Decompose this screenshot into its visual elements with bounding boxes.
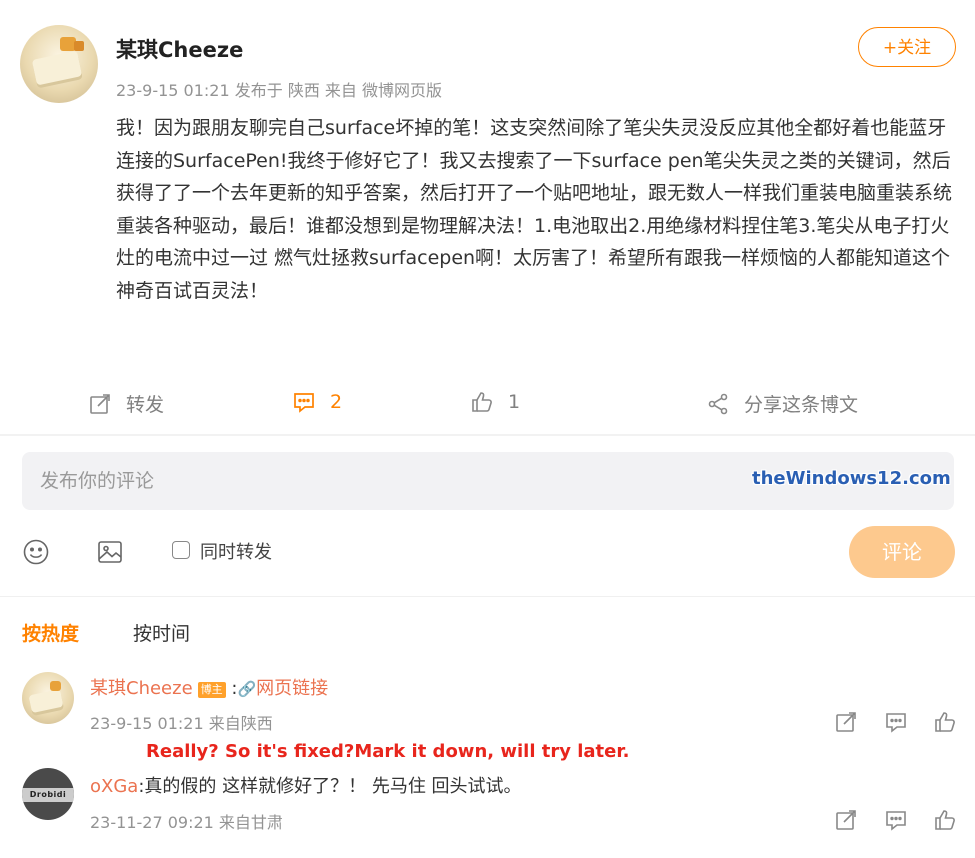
author-avatar[interactable] [20, 25, 98, 103]
commenter-name[interactable]: 某琪Cheeze [90, 678, 193, 699]
avatar-text: Drobidi [22, 788, 74, 802]
comment-text: :真的假的 这样就修好了？！ 先马住 回头试试。 [138, 776, 522, 797]
repost-icon[interactable] [834, 808, 858, 832]
commenter-avatar[interactable]: Drobidi [22, 768, 74, 820]
repost-label: 转发 [126, 394, 165, 416]
repost-button[interactable]: 转发 [88, 390, 164, 417]
follow-button[interactable]: +关注 [858, 27, 956, 67]
divider [0, 434, 975, 436]
tab-sort-by-hot[interactable]: 按热度 [22, 619, 79, 646]
share-label: 分享这条博文 [744, 394, 859, 416]
comment-icon[interactable] [884, 710, 908, 734]
watermark: theWindows12.com [752, 468, 951, 489]
share-icon [708, 393, 728, 414]
comment-meta: 23-9-15 01:21 来自陕西 [90, 714, 273, 733]
emoji-icon[interactable] [22, 538, 50, 566]
commenter-name[interactable]: oXGa [90, 776, 138, 797]
submit-comment-button[interactable]: 评论 [849, 526, 955, 578]
also-repost-checkbox[interactable] [172, 541, 190, 559]
comment-icon[interactable] [884, 808, 908, 832]
image-icon[interactable] [96, 538, 124, 566]
repost-icon[interactable] [834, 710, 858, 734]
comment-row: oXGa:真的假的 这样就修好了？！ 先马住 回头试试。 [90, 772, 522, 798]
link-icon: 🔗 [237, 680, 257, 698]
commenter-avatar[interactable] [22, 672, 74, 724]
comment-link[interactable]: 网页链接 [256, 678, 328, 699]
thumbs-up-icon[interactable] [933, 808, 957, 832]
comment-button[interactable]: 2 [292, 390, 342, 414]
post-text: 我！因为跟朋友聊完自己surface坏掉的笔！这支突然间除了笔尖失灵没反应其他全… [116, 117, 953, 302]
share-button[interactable]: 分享这条博文 [706, 390, 858, 417]
thumbs-up-icon[interactable] [933, 710, 957, 734]
comment-meta: 23-11-27 09:21 来自甘肃 [90, 813, 283, 832]
comment-text: : [225, 678, 238, 699]
divider [0, 596, 975, 597]
tab-sort-by-time[interactable]: 按时间 [133, 619, 190, 646]
also-repost-label: 同时转发 [200, 542, 272, 563]
author-name[interactable]: 某琪Cheeze [116, 34, 243, 64]
like-count: 1 [508, 391, 521, 413]
thumbs-up-icon [472, 392, 492, 412]
like-button[interactable]: 1 [470, 390, 520, 414]
author-badge: 博主 [197, 681, 226, 698]
comment-icon [294, 393, 314, 413]
comment-count: 2 [330, 391, 343, 413]
post-meta: 23-9-15 01:21 发布于 陕西 来自 微博网页版 [116, 81, 442, 100]
comment-row: 某琪Cheeze 博主 :🔗网页链接 [90, 674, 328, 700]
translation-overlay: Really? So it's fixed?Mark it down, will… [146, 741, 630, 762]
repost-icon [90, 393, 110, 414]
